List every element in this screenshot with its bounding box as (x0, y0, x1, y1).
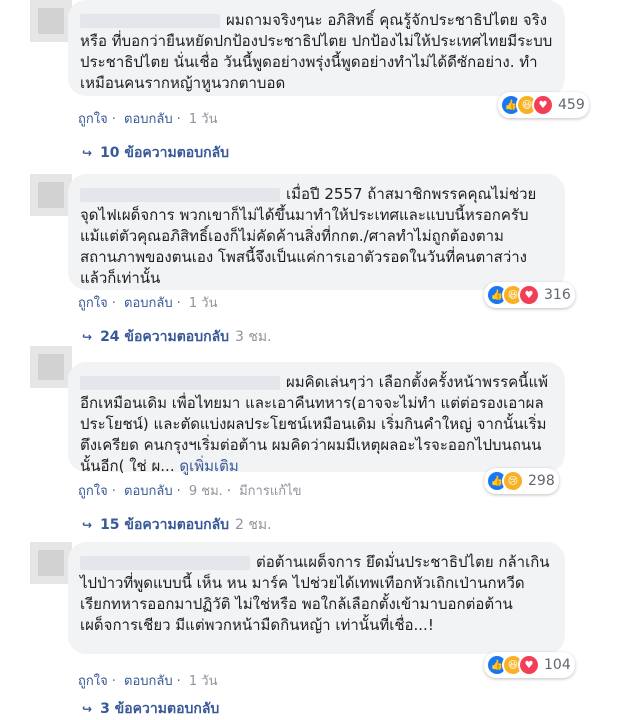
commenter-name-blurred[interactable] (80, 187, 280, 202)
reply-time: 3 ชม. (235, 329, 272, 345)
comment-time[interactable]: 1 วัน (189, 674, 218, 689)
reactions[interactable]: 👍 😢 298 (484, 468, 559, 494)
reply-arrow-icon: ↪ (82, 702, 93, 716)
comment-actions: ถูกใจ · ตอบกลับ · 1 วัน (78, 112, 218, 127)
comment-bubble: ต่อต้านเผด็จการ ยึดมั่นประชาธิปไตย กล้าเ… (68, 542, 565, 654)
reactions-count: 104 (544, 657, 571, 673)
like-button[interactable]: ถูกใจ (78, 674, 108, 689)
reactions[interactable]: 👍 😆 ♥ 104 (484, 652, 575, 678)
avatar[interactable] (30, 0, 72, 42)
reactions[interactable]: 👍 😆 ♥ 459 (498, 92, 589, 118)
view-replies-link[interactable]: ↪ 10 ข้อความตอบกลับ (82, 142, 229, 164)
avatar[interactable] (30, 174, 72, 216)
comment-time[interactable]: 9 ชม. (189, 484, 223, 499)
like-button[interactable]: ถูกใจ (78, 484, 108, 499)
love-reaction-icon: ♥ (518, 654, 540, 676)
replies-count: 15 ข้อความตอบกลับ (100, 517, 230, 533)
reply-arrow-icon: ↪ (82, 330, 93, 344)
edited-label[interactable]: มีการแก้ไข (239, 484, 301, 499)
reactions-count: 459 (558, 97, 585, 113)
reply-time: 2 ชม. (235, 517, 272, 533)
reply-arrow-icon: ↪ (82, 146, 93, 160)
avatar[interactable] (30, 542, 72, 584)
comment-actions: ถูกใจ · ตอบกลับ · 9 ชม. · มีการแก้ไข (78, 484, 302, 499)
reactions-count: 316 (544, 287, 571, 303)
comment-actions: ถูกใจ · ตอบกลับ · 1 วัน (78, 296, 218, 311)
comment-bubble: เมื่อปี 2557 ถ้าสมาชิกพรรคคุณไม่ช่วยจุดไ… (68, 174, 565, 290)
view-replies-link[interactable]: ↪ 3 ข้อความตอบกลับ (82, 698, 219, 720)
view-replies-link[interactable]: ↪ 24 ข้อความตอบกลับ 3 ชม. (82, 326, 272, 348)
reply-button[interactable]: ตอบกลับ (124, 484, 173, 499)
replies-count: 3 ข้อความตอบกลับ (100, 701, 220, 717)
reply-button[interactable]: ตอบกลับ (124, 296, 173, 311)
reactions-count: 298 (528, 473, 555, 489)
replies-count: 10 ข้อความตอบกลับ (100, 145, 230, 161)
comment-bubble: ผมถามจริงๆนะ อภิสิทธิ์ คุณรู้จักประชาธิป… (68, 0, 565, 96)
sad-reaction-icon: 😢 (502, 470, 524, 492)
comment-time[interactable]: 1 วัน (189, 296, 218, 311)
like-button[interactable]: ถูกใจ (78, 296, 108, 311)
commenter-name-blurred[interactable] (80, 555, 250, 570)
comment-bubble: ผมคิดเล่นๆว่า เลือกตั้งครั้งหน้าพรรคนี้แ… (68, 362, 565, 475)
commenter-name-blurred[interactable] (80, 13, 220, 28)
see-more-link[interactable]: ดูเพิ่มเติม (179, 457, 238, 475)
like-button[interactable]: ถูกใจ (78, 112, 108, 127)
view-replies-link[interactable]: ↪ 15 ข้อความตอบกลับ 2 ชม. (82, 514, 272, 536)
commenter-name-blurred[interactable] (80, 375, 280, 390)
love-reaction-icon: ♥ (532, 94, 554, 116)
reply-arrow-icon: ↪ (82, 518, 93, 532)
comment-time[interactable]: 1 วัน (189, 112, 218, 127)
reactions[interactable]: 👍 😆 ♥ 316 (484, 282, 575, 308)
reply-button[interactable]: ตอบกลับ (124, 112, 173, 127)
reply-button[interactable]: ตอบกลับ (124, 674, 173, 689)
comment-actions: ถูกใจ · ตอบกลับ · 1 วัน (78, 674, 218, 689)
love-reaction-icon: ♥ (518, 284, 540, 306)
avatar[interactable] (30, 346, 72, 388)
replies-count: 24 ข้อความตอบกลับ (100, 329, 230, 345)
